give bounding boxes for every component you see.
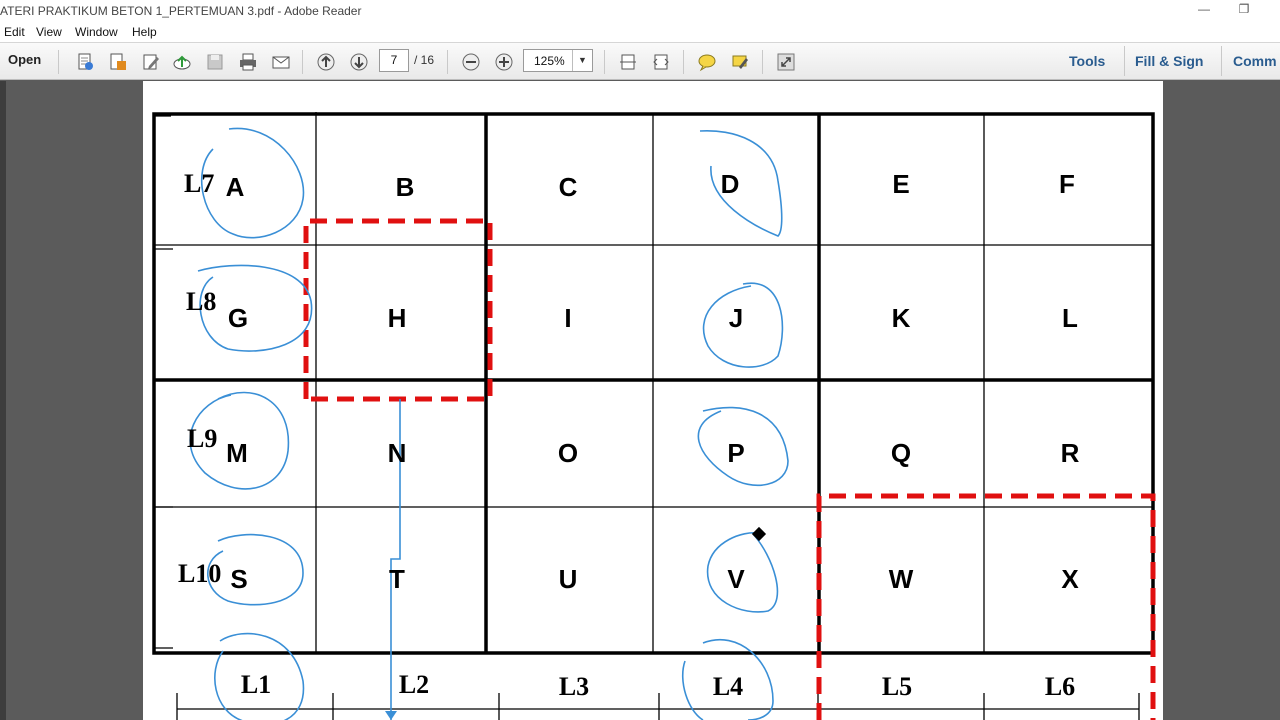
highlight-icon[interactable] xyxy=(729,51,751,73)
menu-view[interactable]: View xyxy=(36,25,62,39)
fit-page-icon[interactable] xyxy=(617,51,639,73)
zoom-in-icon[interactable] xyxy=(493,51,515,73)
grid-cell: F xyxy=(1059,169,1075,199)
title-bar: ATERI PRAKTIKUM BETON 1_PERTEMUAN 3.pdf … xyxy=(0,0,1280,23)
page-number-input[interactable]: 7 xyxy=(379,49,409,72)
grid-cell: G xyxy=(228,303,248,333)
fullscreen-icon[interactable] xyxy=(775,51,797,73)
pdf-page[interactable]: A B C D E F G H I J K L M N O P Q R S T … xyxy=(143,81,1163,720)
save-icon[interactable] xyxy=(204,51,226,73)
toolbar-separator xyxy=(302,50,303,74)
grid-cell: B xyxy=(396,172,415,202)
column-label: L3 xyxy=(559,672,589,701)
grid-cell: R xyxy=(1061,438,1080,468)
grid-cell: T xyxy=(389,564,405,594)
grid-cell: S xyxy=(230,564,247,594)
navigation-pane-edge xyxy=(0,81,6,720)
grid-cell: L xyxy=(1062,303,1078,333)
zoom-value: 125% xyxy=(534,54,565,68)
restore-button[interactable]: ❐ xyxy=(1234,2,1254,20)
grid-cell: D xyxy=(721,169,740,199)
fill-sign-pane-button[interactable]: Fill & Sign xyxy=(1135,53,1203,69)
grid-cell: U xyxy=(559,564,578,594)
email-icon[interactable] xyxy=(270,51,292,73)
grid-cell: P xyxy=(727,438,744,468)
menu-edit[interactable]: Edit xyxy=(4,25,25,39)
grid-cell: H xyxy=(388,303,407,333)
chevron-down-icon[interactable]: ▼ xyxy=(572,50,592,71)
zoom-select[interactable]: 125% ▼ xyxy=(523,49,593,72)
menu-window[interactable]: Window xyxy=(75,25,118,39)
column-label: L1 xyxy=(241,670,271,699)
grid-cell: V xyxy=(727,564,745,594)
tools-pane-button[interactable]: Tools xyxy=(1069,53,1105,69)
grid-cell: O xyxy=(558,438,578,468)
column-label: L6 xyxy=(1045,672,1075,701)
edit-icon[interactable] xyxy=(140,51,162,73)
create-pdf-icon[interactable] xyxy=(74,51,96,73)
grid-cell: I xyxy=(564,303,571,333)
grid-cell: X xyxy=(1061,564,1079,594)
column-label: L5 xyxy=(882,672,912,701)
grid-cell: N xyxy=(388,438,407,468)
panel-separator xyxy=(1221,46,1222,76)
grid-cell: W xyxy=(889,564,914,594)
grid-cell: E xyxy=(892,169,909,199)
menu-help[interactable]: Help xyxy=(132,25,157,39)
grid-cell: A xyxy=(226,172,245,202)
toolbar-separator xyxy=(604,50,605,74)
window-title: ATERI PRAKTIKUM BETON 1_PERTEMUAN 3.pdf … xyxy=(0,4,362,18)
open-button[interactable]: Open xyxy=(0,52,49,72)
minimize-button[interactable]: — xyxy=(1194,2,1214,20)
grid-cell: K xyxy=(892,303,911,333)
comment-pane-button[interactable]: Comm xyxy=(1233,53,1277,69)
grid-cell: Q xyxy=(891,438,911,468)
column-label: L2 xyxy=(399,670,429,699)
toolbar-separator xyxy=(58,50,59,74)
grid-cell: M xyxy=(226,438,248,468)
prev-page-icon[interactable] xyxy=(315,51,337,73)
row-label: L10 xyxy=(178,559,221,588)
panel-separator xyxy=(1124,46,1125,76)
next-page-icon[interactable] xyxy=(348,51,370,73)
row-label: L9 xyxy=(187,424,217,453)
menu-bar: Edit View Window Help xyxy=(0,23,1280,42)
document-drawing: A B C D E F G H I J K L M N O P Q R S T … xyxy=(143,81,1163,720)
grid-cell: J xyxy=(729,303,743,333)
row-label: L7 xyxy=(184,169,214,198)
toolbar-separator xyxy=(447,50,448,74)
grid-cell: C xyxy=(559,172,578,202)
zoom-out-icon[interactable] xyxy=(460,51,482,73)
page-total: / 16 xyxy=(414,53,435,67)
upload-icon[interactable] xyxy=(171,51,193,73)
convert-icon[interactable] xyxy=(107,51,129,73)
toolbar-separator xyxy=(762,50,763,74)
fit-width-icon[interactable] xyxy=(650,51,672,73)
print-icon[interactable] xyxy=(237,51,259,73)
comment-icon[interactable] xyxy=(696,51,718,73)
row-label: L8 xyxy=(186,287,216,316)
column-label: L4 xyxy=(713,672,743,701)
toolbar-separator xyxy=(683,50,684,74)
